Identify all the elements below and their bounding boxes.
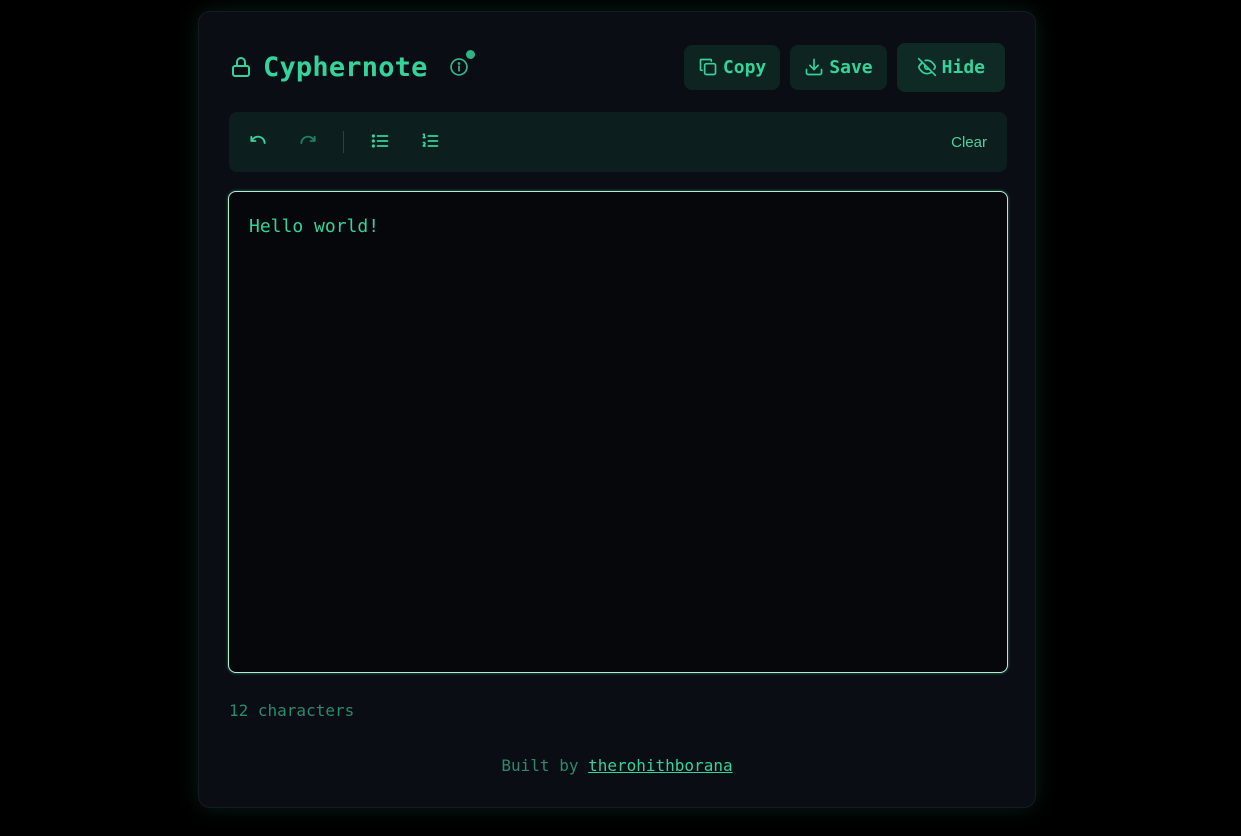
numbered-list-icon [422,133,439,147]
bullet-list-icon [371,134,389,148]
undo-button[interactable] [246,129,270,153]
header-actions: Copy Save Hide [683,42,1005,92]
info-button[interactable] [448,50,475,78]
hide-button-label: Hide [941,56,985,78]
footer: Built by therohithborana [199,756,1035,775]
note-content: Hello world! [249,216,380,237]
app-title: Cyphernote [263,51,428,83]
copy-button[interactable]: Copy [683,44,781,90]
info-icon [449,58,468,76]
lock-icon [229,55,253,79]
hide-button[interactable]: Hide [896,42,1005,92]
copy-icon [699,58,717,76]
header: Cyphernote Copy Save Hide [229,42,1005,92]
save-button[interactable]: Save [790,44,887,90]
character-count: 12 characters [229,701,355,720]
eye-off-icon [917,57,936,77]
author-link[interactable]: therohithborana [588,756,733,775]
note-editor[interactable]: Hello world! [228,191,1008,673]
footer-prefix: Built by [501,756,579,775]
status-dot [465,50,475,59]
app-card: Cyphernote Copy Save Hide Clear Hello wo… [198,11,1036,808]
redo-button[interactable] [296,129,320,153]
save-button-label: Save [829,56,873,78]
clear-button[interactable]: Clear [951,134,987,151]
undo-icon [250,135,266,144]
numbered-list-button[interactable] [418,129,442,153]
brand: Cyphernote [229,42,475,92]
copy-button-label: Copy [722,56,767,78]
formatting-toolbar: Clear [229,112,1007,172]
bullet-list-button[interactable] [368,129,392,153]
toolbar-divider [343,131,344,153]
download-icon [805,58,823,76]
redo-icon [300,135,316,144]
